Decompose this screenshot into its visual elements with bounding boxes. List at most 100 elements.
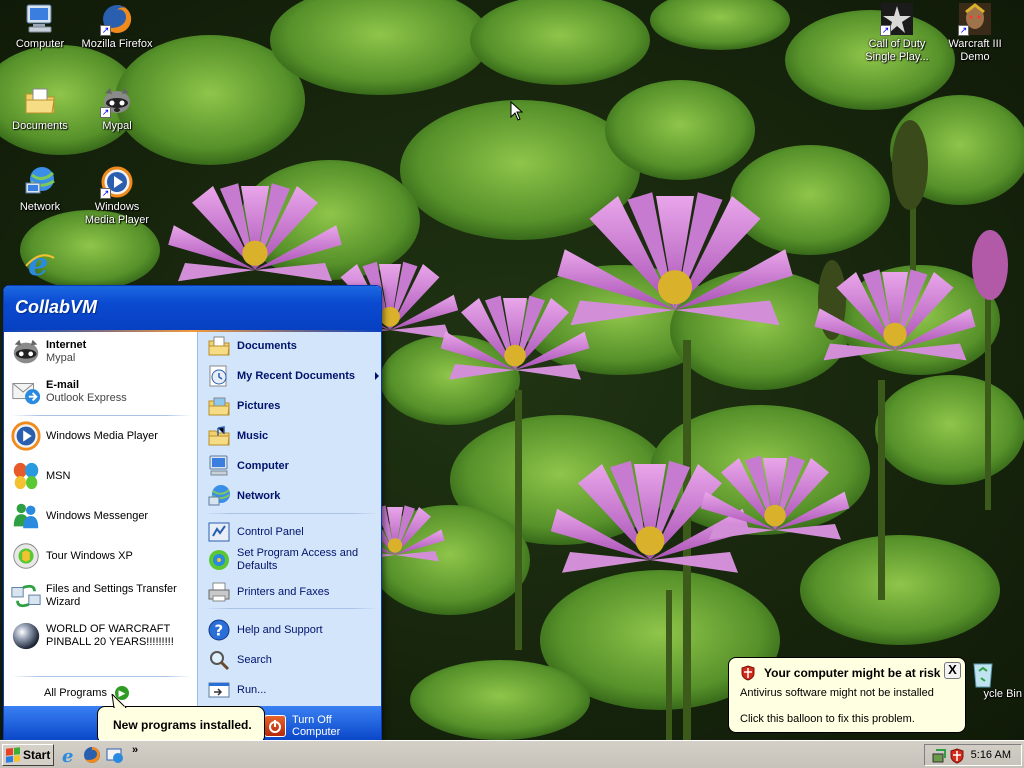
desktop-icon-label-line2: Demo	[960, 51, 990, 63]
mypal-icon	[10, 336, 42, 368]
right-item-label: Network	[237, 490, 281, 502]
system-tray: 5:16 AM	[924, 744, 1022, 766]
recent-label: Windows Messenger	[46, 509, 149, 522]
start-label: Start	[23, 748, 51, 762]
recent-wow-pinball[interactable]: WORLD OF WARCRAFT PINBALL 20 YEARS!!!!!!…	[10, 620, 174, 652]
recent-label-line2: PINBALL 20 YEARS!!!!!!!!!	[46, 636, 174, 648]
firefox-quicklaunch-icon[interactable]	[83, 746, 101, 764]
call-of-duty-icon: ↗	[880, 2, 914, 36]
recent-label: Tour Windows XP	[46, 549, 133, 562]
desktop-icon-label-line1: Warcraft III	[948, 38, 1002, 50]
start-menu-right-pane: Documents My Recent Documents Pictures M…	[197, 332, 381, 706]
desktop-icon-label: Computer	[15, 38, 65, 50]
mouse-cursor-icon	[510, 101, 524, 121]
security-alert-icon[interactable]	[949, 748, 965, 764]
right-control-panel[interactable]: Control Panel	[207, 520, 304, 544]
windows-logo-icon	[6, 747, 20, 763]
right-separator	[204, 608, 378, 609]
ie-icon: e	[23, 245, 57, 283]
desktop-icon-label: Mozilla Firefox	[81, 38, 153, 50]
right-pictures[interactable]: Pictures	[207, 394, 280, 418]
right-item-label: Pictures	[237, 400, 281, 412]
network-icon	[207, 484, 231, 508]
turn-off-label: Turn Off Computer	[292, 714, 341, 738]
right-item-label-line2: Defaults	[237, 560, 278, 572]
desktop-icon-internet-explorer[interactable]: e	[2, 245, 78, 283]
email-icon	[10, 376, 42, 408]
power-icon	[264, 715, 286, 737]
balloon-title: Your computer might be at risk	[764, 666, 941, 680]
desktop-icon-computer[interactable]: Computer	[2, 2, 78, 51]
recent-label-line1: WORLD OF WARCRAFT	[46, 623, 171, 635]
right-set-program-access[interactable]: Set Program Access and Defaults	[207, 547, 358, 573]
computer-icon	[207, 454, 231, 478]
taskbar: Start e » 5:16 AM	[0, 740, 1024, 768]
media-player-icon	[10, 420, 42, 452]
tour-icon	[10, 540, 42, 572]
documents-folder-icon	[207, 334, 231, 358]
desktop-icon-firefox[interactable]: ↗ Mozilla Firefox	[79, 2, 155, 51]
right-printers-faxes[interactable]: Printers and Faxes	[207, 580, 329, 604]
right-item-label: Search	[237, 653, 272, 666]
desktop-icon-call-of-duty[interactable]: ↗ Call of Duty Single Play...	[859, 2, 935, 64]
recycle-bin-icon	[966, 656, 1000, 690]
control-panel-icon	[207, 520, 231, 544]
security-risk-balloon[interactable]: Your computer might be at risk Antivirus…	[728, 657, 966, 733]
desktop-icon-warcraft[interactable]: ↗ Warcraft III Demo	[937, 2, 1013, 64]
right-run[interactable]: Run...	[207, 678, 266, 702]
desktop-icon-network[interactable]: Network	[2, 165, 78, 214]
balloon-line1: Antivirus software might not be installe…	[740, 687, 934, 699]
recent-files-settings-transfer[interactable]: Files and Settings Transfer Wizard	[10, 580, 177, 612]
quick-launch-more-button[interactable]: »	[132, 744, 138, 756]
desktop-icon-label-line2: Single Play...	[865, 51, 929, 63]
recent-msn[interactable]: MSN	[10, 460, 70, 492]
new-programs-balloon[interactable]: New programs installed.	[97, 694, 265, 744]
warcraft-icon: ↗	[958, 2, 992, 36]
desktop-icon-documents[interactable]: Documents	[2, 84, 78, 133]
program-access-icon	[207, 548, 231, 572]
pinned-internet[interactable]: Internet Mypal	[10, 336, 86, 368]
shortcut-arrow-icon: ↗	[880, 25, 891, 36]
printer-icon	[207, 580, 231, 604]
pinned-title: Internet	[46, 339, 87, 351]
right-computer[interactable]: Computer	[207, 454, 289, 478]
right-item-label: Printers and Faxes	[237, 585, 330, 598]
turn-off-computer-button[interactable]: Turn Off Computer	[264, 714, 381, 738]
recent-windows-messenger[interactable]: Windows Messenger	[10, 500, 148, 532]
desktop-icon-label-line1: Call of Duty	[868, 38, 926, 50]
right-music[interactable]: Music	[207, 424, 268, 448]
desktop-icon-label-line1: Windows	[94, 201, 140, 213]
close-icon[interactable]: X	[944, 662, 961, 679]
pinned-email[interactable]: E-mail Outlook Express	[10, 376, 127, 408]
desktop-icon-label: Mypal	[102, 120, 132, 132]
right-item-label: Control Panel	[237, 525, 304, 538]
desktop-icon-windows-media-player[interactable]: ↗ Windows Media Player	[79, 165, 155, 227]
run-icon	[207, 678, 231, 702]
desktop-icon-label: Documents	[12, 120, 68, 132]
ie-quicklaunch-icon[interactable]: e	[60, 746, 78, 764]
start-button[interactable]: Start	[2, 744, 54, 766]
right-documents[interactable]: Documents	[207, 334, 297, 358]
shortcut-arrow-icon: ↗	[100, 188, 111, 199]
messenger-icon	[10, 500, 42, 532]
recent-label-line1: Files and Settings Transfer	[46, 583, 177, 595]
help-icon: ?	[207, 618, 231, 642]
clock[interactable]: 5:16 AM	[971, 749, 1011, 761]
shortcut-arrow-icon: ↗	[958, 25, 969, 36]
right-network[interactable]: Network	[207, 484, 280, 508]
recent-windows-media-player[interactable]: Windows Media Player	[10, 420, 158, 452]
right-item-label: Run...	[237, 683, 267, 696]
desktop-icon-mypal[interactable]: ↗ Mypal	[79, 84, 155, 133]
svg-text:e: e	[62, 746, 73, 764]
pinned-separator	[12, 415, 192, 416]
security-shield-icon	[741, 665, 755, 681]
right-help-support[interactable]: ? Help and Support	[207, 618, 323, 642]
computer-icon	[23, 2, 57, 36]
safely-remove-hardware-icon[interactable]	[931, 748, 947, 764]
outlook-express-quicklaunch-icon[interactable]	[106, 746, 124, 764]
recent-tour-windows-xp[interactable]: Tour Windows XP	[10, 540, 133, 572]
right-search[interactable]: Search	[207, 648, 272, 672]
right-my-recent-documents[interactable]: My Recent Documents	[207, 364, 379, 388]
mypal-icon: ↗	[100, 84, 134, 118]
right-separator	[204, 513, 378, 514]
